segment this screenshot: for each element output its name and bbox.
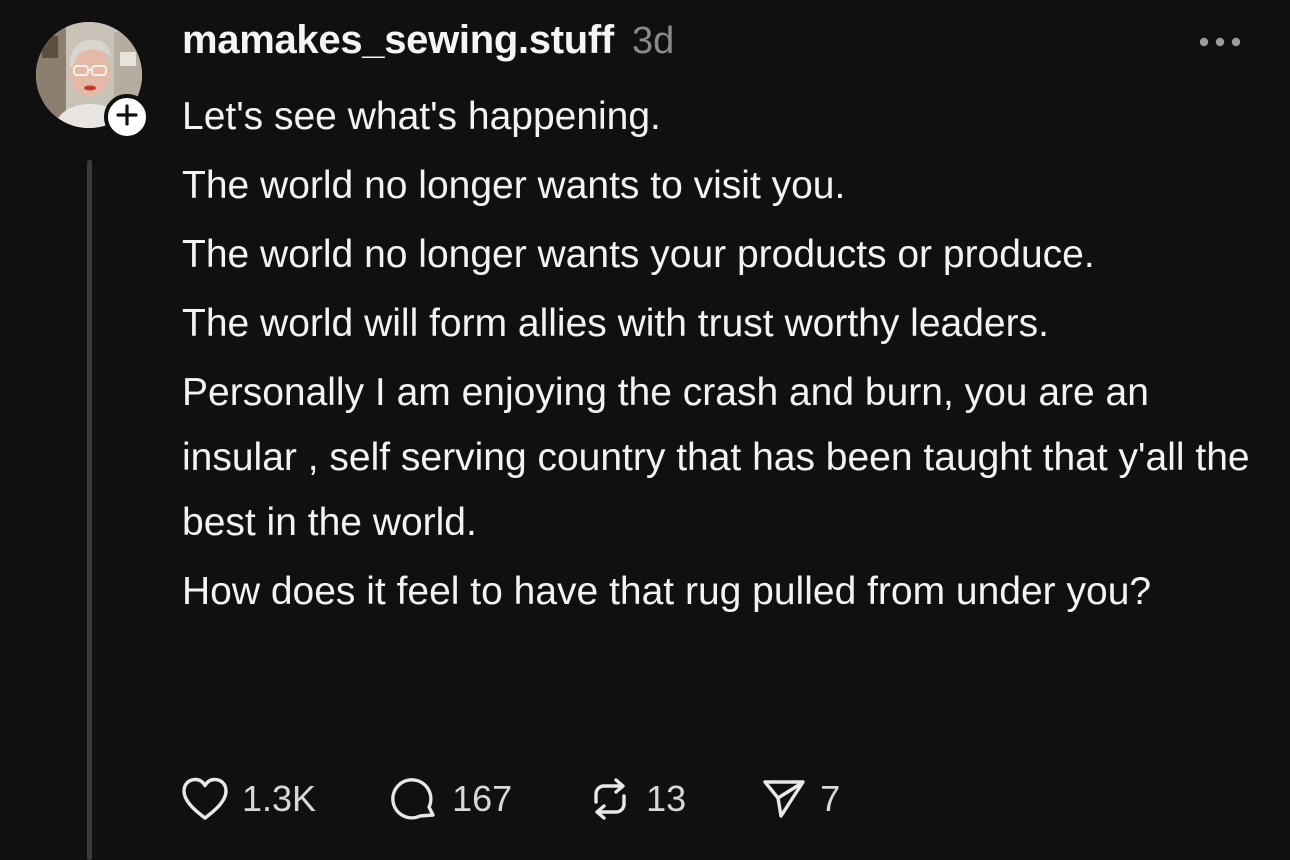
comment-icon xyxy=(390,775,440,823)
send-icon xyxy=(760,776,808,822)
like-button[interactable]: 1.3K xyxy=(180,776,316,822)
repost-icon xyxy=(586,776,634,822)
post-timestamp: 3d xyxy=(631,20,675,62)
post-paragraph: The world no longer wants your products … xyxy=(182,233,1095,276)
post-paragraph: Let's see what's happening. xyxy=(182,95,661,138)
repost-button[interactable]: 13 xyxy=(586,776,686,822)
heart-icon xyxy=(180,776,230,822)
like-count: 1.3K xyxy=(242,778,317,819)
post-paragraph: The world no longer wants to visit you. xyxy=(182,164,846,207)
follow-button[interactable] xyxy=(104,94,150,140)
post-header: mamakes_sewing.stuff 3d xyxy=(182,18,674,70)
share-button[interactable]: 7 xyxy=(760,776,840,822)
repost-count: 13 xyxy=(646,778,687,819)
thread-post: mamakes_sewing.stuff 3d Let's see what's… xyxy=(0,0,1290,860)
plus-icon xyxy=(115,103,139,132)
reply-button[interactable]: 167 xyxy=(390,775,512,823)
share-count: 7 xyxy=(820,778,841,819)
post-actions: 1.3K 167 13 7 xyxy=(180,774,914,824)
more-options-button[interactable] xyxy=(1196,28,1244,56)
post-paragraph: How does it feel to have that rug pulled… xyxy=(182,570,1152,613)
author-avatar-container[interactable] xyxy=(36,22,150,140)
thread-line xyxy=(87,160,92,860)
post-paragraph: Personally I am enjoying the crash and b… xyxy=(182,371,1250,544)
reply-count: 167 xyxy=(452,778,513,819)
post-body: Let's see what's happening. The world no… xyxy=(182,84,1272,624)
more-horizontal-icon xyxy=(1196,37,1244,60)
author-username[interactable]: mamakes_sewing.stuff xyxy=(182,18,614,63)
post-paragraph: The world will form allies with trust wo… xyxy=(182,302,1049,345)
